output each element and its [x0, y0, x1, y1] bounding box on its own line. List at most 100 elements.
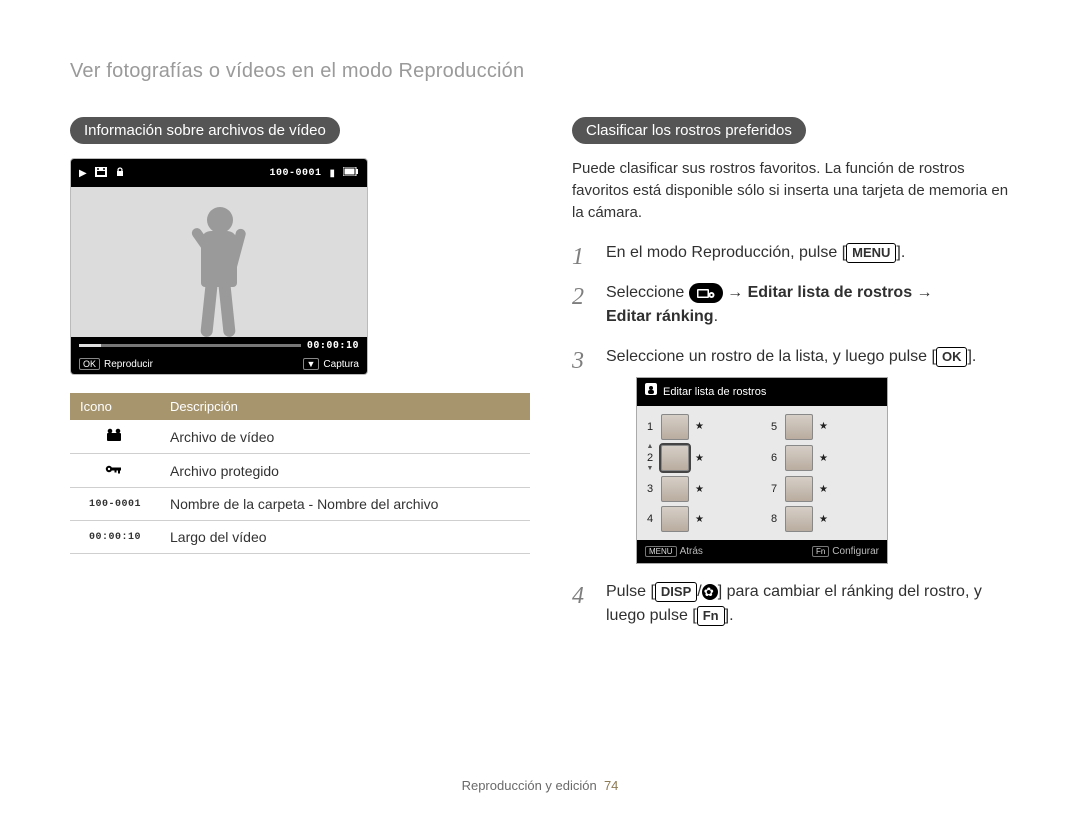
face-list-softkeys: MENUAtrás FnConfigurar — [637, 540, 887, 563]
lcd-preview-area — [71, 187, 367, 337]
desc-cell: Largo del vídeo — [160, 521, 530, 554]
step-text: En el modo Reproducción, pulse [ — [606, 244, 846, 261]
page-number: 74 — [604, 778, 618, 793]
step-text: ]. — [896, 244, 905, 261]
face-cell: 8★ — [769, 506, 879, 532]
face-thumb — [785, 414, 813, 440]
star-icon: ★ — [819, 482, 828, 497]
desc-cell: Archivo de vídeo — [160, 420, 530, 454]
step-1: En el modo Reproducción, pulse [MENU]. — [572, 241, 1010, 265]
star-icon: ★ — [695, 512, 704, 527]
face-thumb — [661, 506, 689, 532]
ok-button-label: OK — [936, 347, 968, 367]
lcd-timeline: 00:00:10 — [71, 337, 367, 354]
face-thumb — [785, 476, 813, 502]
protected-file-icon — [105, 462, 125, 476]
folder-name-icon: 100-0001 — [89, 499, 141, 510]
table-row: Archivo protegido — [70, 454, 530, 488]
rank-number: 7 — [769, 481, 779, 498]
timeline-time: 00:00:10 — [307, 340, 359, 351]
macro-flower-icon — [702, 584, 718, 600]
lcd-softkeys: OKReproducir ▼Captura — [71, 354, 367, 374]
star-icon: ★ — [695, 451, 704, 466]
play-softkey-label: Reproducir — [104, 359, 153, 370]
star-icon: ★ — [819, 451, 828, 466]
rank-number: 8 — [769, 511, 779, 528]
battery-icon — [343, 167, 359, 179]
lcd-status-bar: ▶ 100-0001 ▮ — [71, 159, 367, 187]
star-icon: ★ — [695, 419, 704, 434]
star-icon: ★ — [819, 419, 828, 434]
table-row: Archivo de vídeo — [70, 420, 530, 454]
col-icon-header: Icono — [70, 393, 160, 420]
arrow-text: → — [723, 284, 748, 301]
face-thumb — [661, 414, 689, 440]
section-heading-video-info: Información sobre archivos de vídeo — [70, 117, 340, 144]
menu-key-label: MENU — [645, 546, 677, 557]
star-icon: ★ — [695, 482, 704, 497]
step-text: Seleccione un rostro de la lista, y lueg… — [606, 348, 936, 365]
star-icon: ★ — [819, 512, 828, 527]
settings-chip-icon — [689, 283, 723, 303]
play-mode-icon: ▶ — [79, 168, 87, 179]
rank-number: 6 — [769, 450, 779, 467]
col-desc-header: Descripción — [160, 393, 530, 420]
page-title: Ver fotografías o vídeos en el modo Repr… — [70, 60, 1010, 83]
fn-button-label: Fn — [697, 606, 725, 626]
arrow-text: → — [912, 284, 932, 301]
icon-legend-table: Icono Descripción Archivo de vídeo Archi… — [70, 393, 530, 554]
down-key-label: ▼ — [303, 358, 320, 370]
step-text: ]. — [967, 348, 976, 365]
menu-path-bold: Editar ránking — [606, 308, 714, 325]
face-thumb — [785, 445, 813, 471]
two-column-layout: Información sobre archivos de vídeo ▶ 10… — [70, 117, 1010, 644]
rank-number: 4 — [645, 511, 655, 528]
face-cell: 7★ — [769, 476, 879, 502]
face-cell: 4★ — [645, 506, 755, 532]
step-4: Pulse [DISP/] para cambiar el ránking de… — [572, 580, 1010, 628]
ok-key-label: OK — [79, 358, 100, 370]
rank-number: 5 — [769, 419, 779, 436]
face-cell: 6★ — [769, 444, 879, 473]
steps-list: En el modo Reproducción, pulse [MENU]. S… — [572, 241, 1010, 628]
intro-paragraph: Puede clasificar sus rostros favoritos. … — [572, 158, 1010, 223]
step-text: ]. — [725, 607, 734, 624]
left-column: Información sobre archivos de vídeo ▶ 10… — [70, 117, 508, 644]
rank-number: 1 — [645, 419, 655, 436]
desc-cell: Archivo protegido — [160, 454, 530, 488]
face-list-icon — [645, 383, 657, 401]
face-list-title-bar: Editar lista de rostros — [637, 378, 887, 406]
step-text: . — [714, 308, 718, 325]
rank-number-with-arrows: ▲2▼ — [645, 444, 655, 473]
face-thumb — [661, 476, 689, 502]
configure-label: Configurar — [832, 546, 879, 557]
face-grid: 1★ 5★ ▲2▼★ 6★ 3★ 7★ 4★ 8★ — [637, 406, 887, 541]
section-heading-faces: Clasificar los rostros preferidos — [572, 117, 806, 144]
fn-key-label: Fn — [812, 546, 829, 557]
step-2: Seleccione → Editar lista de rostros → E… — [572, 281, 1010, 329]
file-number-label: 100-0001 — [269, 168, 321, 179]
right-column: Clasificar los rostros preferidos Puede … — [572, 117, 1010, 644]
face-thumb — [785, 506, 813, 532]
step-text: Seleccione — [606, 284, 689, 301]
video-file-icon — [106, 428, 124, 442]
face-list-title: Editar lista de rostros — [663, 384, 766, 401]
disp-button-label: DISP — [655, 582, 697, 602]
video-file-icon — [95, 167, 107, 180]
manual-page: Ver fotografías o vídeos en el modo Repr… — [0, 0, 1080, 815]
rank-number: 3 — [645, 481, 655, 498]
step-text: Pulse [ — [606, 583, 655, 600]
face-cell: 5★ — [769, 414, 879, 440]
face-cell-selected: ▲2▼ ★ — [645, 444, 755, 473]
face-cell: 1★ — [645, 414, 755, 440]
table-row: 00:00:10 Largo del vídeo — [70, 521, 530, 554]
face-list-mock: Editar lista de rostros 1★ 5★ ▲2▼★ 6★ 3★… — [636, 377, 888, 564]
back-label: Atrás — [680, 546, 703, 557]
step-3: Seleccione un rostro de la lista, y lueg… — [572, 345, 1010, 564]
person-silhouette — [189, 207, 249, 337]
length-icon: 00:00:10 — [89, 532, 141, 543]
menu-button-label: MENU — [846, 243, 896, 263]
face-cell: 3★ — [645, 476, 755, 502]
page-footer: Reproducción y edición 74 — [0, 778, 1080, 793]
face-thumb — [661, 445, 689, 471]
